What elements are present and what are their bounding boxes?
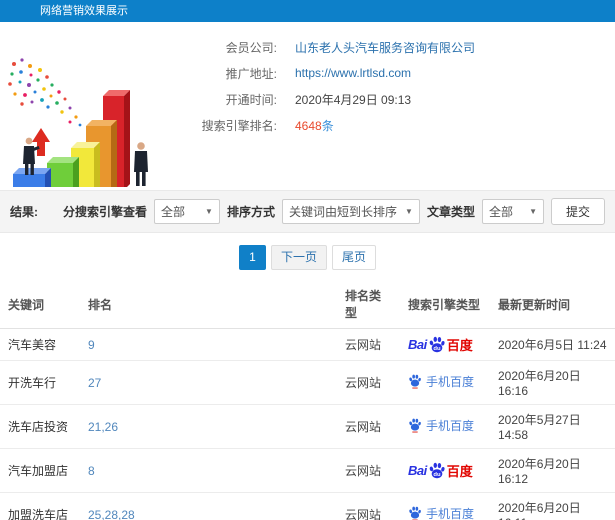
table-row: 汽车美容 9 云网站 Bai du 百度 2020年6月5日 11:24 <box>0 328 615 361</box>
rank-type-value: 云网站 <box>345 464 382 478</box>
promotion-url-link[interactable]: https://www.lrtlsd.com <box>295 66 411 80</box>
rank-type-value: 云网站 <box>345 376 382 390</box>
rank-type-value: 云网站 <box>345 420 382 434</box>
mobile-baidu-logo: 手机百度 <box>408 417 474 434</box>
sort-value: 关键词由短到长排序 <box>288 205 397 219</box>
rank-count-label: 搜索引擎排名: <box>201 118 277 133</box>
baidu-logo-text: Bai <box>408 337 427 352</box>
keyword-link[interactable]: 汽车美容 <box>8 338 56 352</box>
table-body: 汽车美容 9 云网站 Bai du 百度 2020年6月5日 11:24 开洗车… <box>0 328 615 520</box>
rank-type-value: 云网站 <box>345 338 382 352</box>
baidu-logo-cn: 百度 <box>446 338 473 353</box>
page-header: 网络营销效果展示 <box>0 0 615 22</box>
article-type-value: 全部 <box>488 205 513 219</box>
header-rank-type: 排名类型 <box>337 281 400 329</box>
table-row: 汽车加盟店 8 云网站 Bai du 百度 2020年6月20日 16:12 <box>0 448 615 493</box>
open-time-value: 2020年4月29日 09:13 <box>295 92 412 107</box>
baidu-pc-logo: Bai du 百度 <box>408 335 473 354</box>
mobile-baidu-label: 手机百度 <box>426 507 475 520</box>
rank-count-value: 4648条 <box>295 117 334 134</box>
page-title: 网络营销效果展示 <box>40 5 128 17</box>
chevron-down-icon: ▼ <box>529 207 537 216</box>
filter-bar: 结果: 分搜索引擎查看 全部 ▼ 排序方式 关键词由短到长排序 ▼ 文章类型 全… <box>0 190 615 233</box>
svg-text:du: du <box>433 346 441 352</box>
mobile-baidu-paw-icon <box>409 374 421 389</box>
mobile-baidu-label: 手机百度 <box>426 375 475 389</box>
table-row: 洗车店投资 21,26 云网站 Bai du 百度 <box>0 404 615 449</box>
baidu-pc-logo: Bai du 百度 <box>408 461 473 480</box>
rank-link[interactable]: 25,28,28 <box>88 508 135 520</box>
open-time-label: 开通时间: <box>225 92 277 107</box>
update-time-value: 2020年6月20日 16:12 <box>498 457 581 486</box>
mobile-baidu-paw-icon <box>409 506 421 520</box>
table-header-row: 关键词 排名 排名类型 搜索引擎类型 最新更新时间 <box>0 281 615 329</box>
mobile-baidu-logo: 手机百度 <box>408 505 474 520</box>
company-link[interactable]: 山东老人头汽车服务咨询有限公司 <box>295 39 475 56</box>
profile-section: 会员公司: 山东老人头汽车服务咨询有限公司 推广地址: https://www.… <box>0 22 615 190</box>
update-time-value: 2020年5月27日 14:58 <box>498 413 581 442</box>
mobile-baidu-logo: 手机百度 <box>408 373 474 390</box>
article-type-select[interactable]: 全部 ▼ <box>481 199 544 224</box>
last-page-button[interactable]: 尾页 <box>332 245 377 270</box>
keyword-link[interactable]: 洗车店投资 <box>8 420 68 434</box>
pagination: 1 下一页 尾页 <box>0 233 615 281</box>
keyword-link[interactable]: 加盟洗车店 <box>8 508 68 520</box>
next-page-button[interactable]: 下一页 <box>270 245 327 270</box>
rank-link[interactable]: 27 <box>88 376 101 390</box>
results-table: 关键词 排名 排名类型 搜索引擎类型 最新更新时间 汽车美容 9 云网站 Bai <box>0 281 615 520</box>
rank-link[interactable]: 21,26 <box>88 420 118 434</box>
company-label: 会员公司: <box>225 40 277 55</box>
rank-type-value: 云网站 <box>345 508 382 520</box>
engine-filter-value: 全部 <box>160 205 185 219</box>
bar-chart-illustration <box>8 58 148 187</box>
chevron-down-icon: ▼ <box>205 207 213 216</box>
info-row-rank-count: 搜索引擎排名: 4648条 <box>185 112 475 138</box>
result-label: 结果: <box>10 205 38 219</box>
url-label: 推广地址: <box>225 66 277 81</box>
update-time-value: 2020年6月5日 11:24 <box>498 338 607 352</box>
rank-count-unit: 条 <box>321 118 334 133</box>
mobile-baidu-label: 手机百度 <box>426 419 475 433</box>
keyword-link[interactable]: 汽车加盟店 <box>8 464 68 478</box>
page-button-current[interactable]: 1 <box>238 245 266 270</box>
article-type-label: 文章类型 <box>426 205 475 219</box>
update-time-value: 2020年6月20日 16:11 <box>498 501 581 520</box>
submit-button[interactable]: 提交 <box>550 198 605 225</box>
header-engine-type: 搜索引擎类型 <box>400 281 490 329</box>
baidu-logo-cn: 百度 <box>446 464 473 479</box>
baidu-paw-icon: du <box>429 336 445 352</box>
baidu-logo-text: Bai <box>408 463 427 478</box>
engine-filter-label: 分搜索引擎查看 <box>62 205 147 219</box>
info-row-open-time: 开通时间: 2020年4月29日 09:13 <box>185 86 475 112</box>
info-row-company: 会员公司: 山东老人头汽车服务咨询有限公司 <box>185 34 475 60</box>
sort-select[interactable]: 关键词由短到长排序 ▼ <box>281 199 420 224</box>
chevron-down-icon: ▼ <box>405 207 413 216</box>
engine-filter-select[interactable]: 全部 ▼ <box>153 199 220 224</box>
rank-link[interactable]: 9 <box>88 338 95 352</box>
company-info: 会员公司: 山东老人头汽车服务咨询有限公司 推广地址: https://www.… <box>185 22 475 190</box>
svg-text:du: du <box>433 472 441 478</box>
header-rank: 排名 <box>80 281 337 329</box>
keyword-link[interactable]: 开洗车行 <box>8 376 56 390</box>
rank-count-number: 4648 <box>295 118 322 133</box>
sort-label: 排序方式 <box>226 205 275 219</box>
rank-link[interactable]: 8 <box>88 464 95 478</box>
table-row: 开洗车行 27 云网站 Bai du 百度 <box>0 360 615 405</box>
baidu-paw-icon: du <box>429 462 445 478</box>
filter-controls: 分搜索引擎查看 全部 ▼ 排序方式 关键词由短到长排序 ▼ 文章类型 全部 ▼ … <box>63 198 605 225</box>
table-row: 加盟洗车店 25,28,28 云网站 Bai du 百度 <box>0 492 615 520</box>
header-keyword: 关键词 <box>0 281 80 329</box>
header-update-time: 最新更新时间 <box>490 281 615 329</box>
info-row-url: 推广地址: https://www.lrtlsd.com <box>185 60 475 86</box>
mobile-baidu-paw-icon <box>409 418 421 433</box>
update-time-value: 2020年6月20日 16:16 <box>498 369 581 398</box>
